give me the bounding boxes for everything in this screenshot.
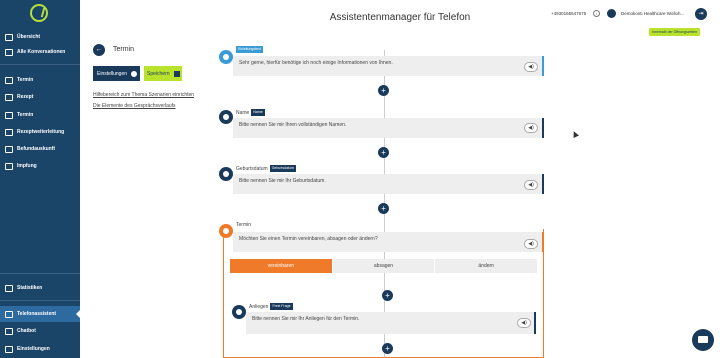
sidebar-item-chatbot[interactable]: Chatbot (0, 323, 80, 339)
chat-icon (5, 76, 13, 84)
phone-number: +4930166547675 (551, 11, 587, 16)
add-block-button[interactable]: + (378, 203, 389, 214)
block-card-einleitung[interactable]: Sehr gerne, hierfür benötige ich noch ei… (233, 56, 544, 76)
tab-absagen[interactable]: absagen (332, 259, 436, 273)
cloud-icon (5, 310, 13, 318)
add-block-button[interactable]: + (382, 290, 393, 301)
tab-aendern[interactable]: ändern (435, 259, 539, 273)
info-icon[interactable]: i (593, 10, 600, 17)
bot-icon (5, 327, 13, 335)
settings-icon (5, 345, 13, 353)
block-title: Anliegen Freie Frage (249, 303, 293, 310)
org-name[interactable]: Demokonti Healthcare Wolloh... (621, 11, 684, 16)
sidebar-item-termin-chat[interactable]: Termin (0, 72, 80, 88)
mouse-cursor (571, 130, 579, 138)
block-title: Termin (236, 222, 252, 228)
help-link-szenarien[interactable]: Hilfebereich zum Thema Szenarien einrich… (93, 92, 194, 98)
question-icon (219, 167, 233, 181)
speaker-icon[interactable]: ◀) (524, 180, 538, 190)
sidebar-item-alle-konversationen[interactable]: Alle Konversationen (0, 44, 80, 60)
save-button[interactable]: Speichern (144, 66, 182, 81)
sidebar-item-impfung[interactable]: Impfung (0, 158, 80, 174)
block-card-anliegen[interactable]: Bitte nennen Sie mir Ihr Anliegen für de… (246, 312, 536, 334)
back-button[interactable]: ← (93, 44, 105, 56)
speaker-icon[interactable]: ◀) (524, 62, 538, 72)
settings-button[interactable]: Einstellungen (93, 66, 140, 81)
phone-icon (5, 128, 13, 136)
speech-bubble-icon (219, 50, 233, 64)
question-icon (232, 305, 246, 319)
save-icon (173, 70, 180, 77)
conversations-icon (5, 48, 13, 56)
block-card-name[interactable]: Bitte nennen Sie mir Ihren vollständigen… (233, 118, 544, 138)
block-title: Geburtsdatum Geburtsdatum (236, 165, 296, 172)
phone-icon (5, 145, 13, 153)
phone-icon (5, 162, 13, 170)
sidebar-item-rezeptweiterleitung[interactable]: Rezeptweiterleitung (0, 124, 80, 140)
sidebar-item-uebersicht[interactable]: Übersicht (0, 29, 80, 45)
gear-icon (131, 70, 138, 77)
tab-vereinbaren[interactable]: vereinbaren (230, 259, 333, 273)
help-link-elemente[interactable]: Die Elemente des Gesprächsverlaufs (93, 103, 176, 109)
logout-button[interactable]: ⇥ (695, 8, 707, 20)
branch-tabs: vereinbaren absagen ändern (230, 259, 539, 273)
block-tag: Einleitungstext (236, 46, 263, 53)
question-icon (219, 110, 233, 124)
block-card-geburtsdatum[interactable]: Bitte nennen Sie mir Ihr Geburtsdatum. (233, 174, 544, 194)
opening-status-badge: Innerhalb der Öffnungszeiten (649, 28, 701, 36)
add-block-button[interactable]: + (378, 85, 389, 96)
speaker-icon[interactable]: ◀) (517, 318, 531, 328)
divider (0, 300, 80, 301)
section-title: Termin (113, 46, 135, 53)
sidebar-item-rezept[interactable]: Rezept (0, 89, 80, 105)
chart-icon (5, 284, 13, 292)
phone-icon (5, 111, 13, 119)
sidebar-item-telefonassistent[interactable]: Telefonassistent (0, 306, 80, 322)
speaker-icon[interactable]: ◀) (524, 123, 538, 133)
sidebar-item-statistiken[interactable]: Statistiken (0, 280, 80, 296)
main-content: Assistentenmanager für Telefon +49301665… (80, 0, 720, 358)
add-block-button[interactable]: + (382, 343, 393, 354)
block-title: Name Name (236, 109, 265, 116)
chat-icon (5, 93, 13, 101)
branch-icon (219, 224, 233, 238)
sidebar-item-einstellungen[interactable]: Einstellungen (0, 341, 80, 357)
divider (0, 273, 80, 274)
grid-icon (5, 33, 13, 41)
sidebar-item-befundauskunft[interactable]: Befundauskunft (0, 141, 80, 157)
sidebar: Übersicht Alle Konversationen Termin Rez… (0, 0, 80, 358)
divider (0, 64, 80, 65)
home-icon[interactable] (607, 9, 616, 18)
block-card-termin[interactable]: Möchten Sie einen Termin vereinbaren, ab… (233, 232, 544, 252)
speaker-icon[interactable]: ◀) (524, 239, 538, 249)
logo-icon (30, 4, 48, 22)
sidebar-item-termin-phone[interactable]: Termin (0, 107, 80, 123)
add-block-button[interactable]: + (378, 147, 389, 158)
chat-widget-button[interactable] (692, 329, 714, 351)
